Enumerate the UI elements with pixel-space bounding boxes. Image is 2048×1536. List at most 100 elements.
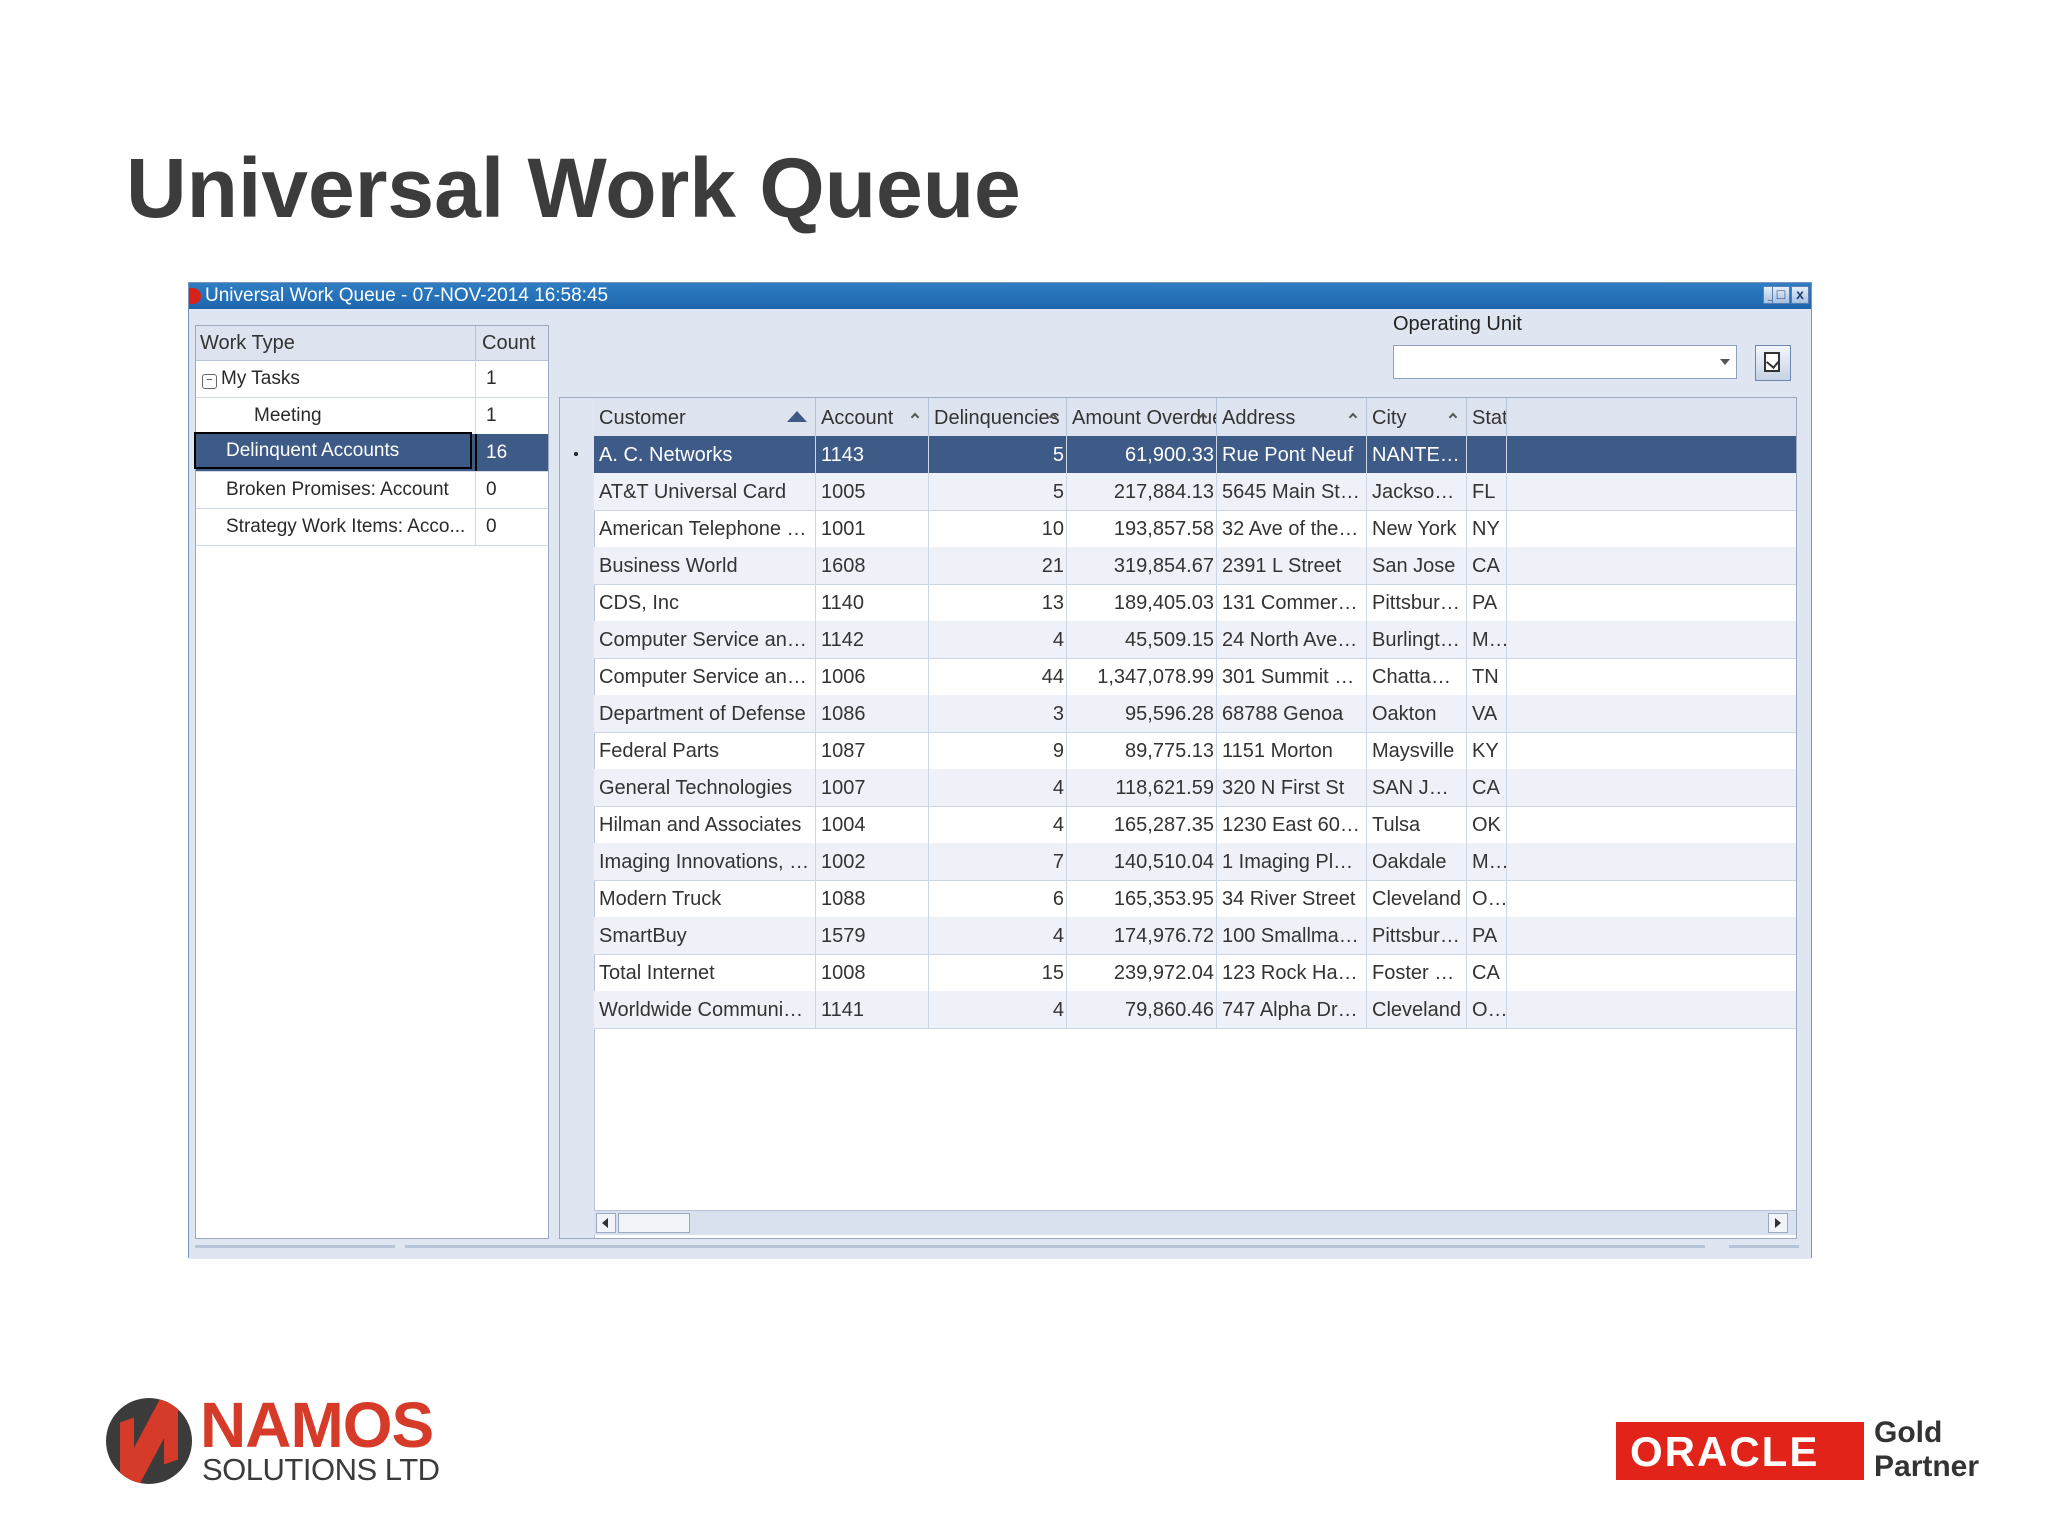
column-header[interactable]: Stat <box>1467 398 1507 436</box>
table-cell[interactable]: NY <box>1467 510 1507 547</box>
table-cell[interactable]: 4 <box>929 621 1067 658</box>
table-cell[interactable]: Cleveland <box>1367 880 1467 917</box>
sort-indicator-icon[interactable] <box>910 412 920 422</box>
table-cell[interactable]: Jacksonville <box>1367 473 1467 510</box>
table-cell[interactable]: Worldwide Communications <box>594 991 816 1028</box>
table-row[interactable]: Department of Defense 1086 3 95,596.28 68788… <box>594 695 1796 733</box>
column-header[interactable]: Account <box>816 398 929 436</box>
table-cell[interactable]: PA <box>1467 917 1507 954</box>
table-cell[interactable]: 1005 <box>816 473 929 510</box>
table-cell[interactable]: Pittsburgh <box>1367 917 1467 954</box>
sort-indicator-icon[interactable] <box>1448 412 1458 422</box>
table-cell[interactable]: Department of Defense <box>594 695 816 732</box>
table-cell[interactable]: 174,976.72 <box>1067 917 1217 954</box>
table-cell[interactable]: 4 <box>929 769 1067 806</box>
table-cell[interactable]: Foster City <box>1367 954 1467 991</box>
table-cell[interactable]: SAN JOSE <box>1367 769 1467 806</box>
table-cell[interactable]: 1002 <box>816 843 929 880</box>
column-header[interactable]: City <box>1367 398 1467 436</box>
table-cell[interactable]: SmartBuy <box>594 917 816 954</box>
table-cell[interactable]: 95,596.28 <box>1067 695 1217 732</box>
table-cell[interactable]: OK <box>1467 806 1507 843</box>
table-cell[interactable]: 118,621.59 <box>1067 769 1217 806</box>
table-cell[interactable]: Pittsburgh <box>1367 584 1467 621</box>
table-cell[interactable]: Oakton <box>1367 695 1467 732</box>
table-cell[interactable]: 4 <box>929 991 1067 1028</box>
table-row[interactable]: Total Internet 1008 15 239,972.04 123 Rock H… <box>594 954 1796 992</box>
table-cell[interactable]: Hilman and Associates <box>594 806 816 843</box>
table-row[interactable]: American Telephone & Tele...100110193,85… <box>594 510 1796 548</box>
column-header[interactable]: Address <box>1217 398 1367 436</box>
table-cell[interactable]: 319,854.67 <box>1067 547 1217 584</box>
table-cell[interactable]: 61,900.33 <box>1067 436 1217 473</box>
table-cell[interactable]: Chattanooga <box>1367 658 1467 695</box>
table-cell[interactable]: 4 <box>929 806 1067 843</box>
table-cell[interactable]: OH <box>1467 991 1507 1028</box>
table-row[interactable]: Computer Service and Rentals1006441,347,… <box>594 658 1796 696</box>
table-cell[interactable]: NANTERRE <box>1367 436 1467 473</box>
table-cell[interactable]: 747 Alpha Drive <box>1217 991 1367 1028</box>
sort-indicator-icon[interactable] <box>1348 412 1358 422</box>
table-cell[interactable]: Federal Parts <box>594 732 816 769</box>
table-cell[interactable]: Modern Truck <box>594 880 816 917</box>
table-cell[interactable]: 45,509.15 <box>1067 621 1217 658</box>
table-cell[interactable]: 34 River Street <box>1217 880 1367 917</box>
table-cell[interactable]: CA <box>1467 547 1507 584</box>
table-cell[interactable]: Oakdale <box>1367 843 1467 880</box>
maximize-button[interactable]: □ <box>1772 286 1790 304</box>
refresh-button[interactable] <box>1755 345 1791 381</box>
table-cell[interactable]: A. C. Networks <box>594 436 816 473</box>
table-cell[interactable]: Rue Pont Neuf <box>1217 436 1367 473</box>
table-row[interactable]: Modern Truck 1088 6 165,353.95 34 River Stre… <box>594 880 1796 918</box>
scroll-right-icon[interactable] <box>1768 1213 1788 1233</box>
table-cell[interactable]: 1006 <box>816 658 929 695</box>
table-cell[interactable]: 6 <box>929 880 1067 917</box>
table-cell[interactable]: CA <box>1467 954 1507 991</box>
column-header[interactable]: Delinquencies <box>929 398 1067 436</box>
table-cell[interactable]: 15 <box>929 954 1067 991</box>
table-cell[interactable]: 100 Smallman St... <box>1217 917 1367 954</box>
work-type-row[interactable]: Meeting 1 <box>196 397 548 435</box>
table-cell[interactable]: 5 <box>929 436 1067 473</box>
table-cell[interactable]: 123 Rock Harbor ... <box>1217 954 1367 991</box>
table-cell[interactable]: 9 <box>929 732 1067 769</box>
table-row[interactable]: Worldwide Communications1141479,860.4674… <box>594 991 1796 1029</box>
work-type-row[interactable]: Strategy Work Items: Acco... 0 <box>196 508 548 546</box>
table-cell[interactable]: 24 North Avenue <box>1217 621 1367 658</box>
table-cell[interactable]: Business World <box>594 547 816 584</box>
table-cell[interactable]: 7 <box>929 843 1067 880</box>
table-cell[interactable]: 1087 <box>816 732 929 769</box>
table-cell[interactable]: 1088 <box>816 880 929 917</box>
table-cell[interactable]: San Jose <box>1367 547 1467 584</box>
table-cell[interactable]: 32 Ave of the Am... <box>1217 510 1367 547</box>
close-button[interactable]: x <box>1791 286 1809 304</box>
table-cell[interactable]: 3 <box>929 695 1067 732</box>
table-cell[interactable]: 2391 L Street <box>1217 547 1367 584</box>
table-cell[interactable]: MN <box>1467 843 1507 880</box>
table-cell[interactable]: VA <box>1467 695 1507 732</box>
horizontal-scrollbar[interactable] <box>594 1210 1796 1235</box>
scroll-left-icon[interactable] <box>596 1213 616 1233</box>
table-row[interactable]: General Technologies 1007 4 118,621.59 320 N… <box>594 769 1796 807</box>
count-column-header[interactable]: Count <box>482 332 535 355</box>
table-cell[interactable]: 44 <box>929 658 1067 695</box>
table-cell[interactable]: 1142 <box>816 621 929 658</box>
sort-ascending-icon[interactable] <box>787 411 807 422</box>
table-cell[interactable]: CDS, Inc <box>594 584 816 621</box>
work-type-row[interactable]: Delinquent Accounts 16 <box>194 432 548 472</box>
table-cell[interactable]: 1007 <box>816 769 929 806</box>
table-cell[interactable]: 1,347,078.99 <box>1067 658 1217 695</box>
table-cell[interactable]: 1 Imaging Place <box>1217 843 1367 880</box>
table-cell[interactable]: 68788 Genoa <box>1217 695 1367 732</box>
table-cell[interactable]: 1230 East 60th S... <box>1217 806 1367 843</box>
table-cell[interactable]: 10 <box>929 510 1067 547</box>
table-cell[interactable]: Maysville <box>1367 732 1467 769</box>
table-cell[interactable]: FL <box>1467 473 1507 510</box>
table-cell[interactable]: American Telephone & Tele... <box>594 510 816 547</box>
table-cell[interactable]: 1086 <box>816 695 929 732</box>
dropdown-arrow-icon[interactable] <box>1720 359 1730 365</box>
table-cell[interactable]: Computer Service and Cons... <box>594 621 816 658</box>
table-cell[interactable] <box>1467 436 1507 473</box>
table-cell[interactable]: 189,405.03 <box>1067 584 1217 621</box>
table-cell[interactable]: 217,884.13 <box>1067 473 1217 510</box>
